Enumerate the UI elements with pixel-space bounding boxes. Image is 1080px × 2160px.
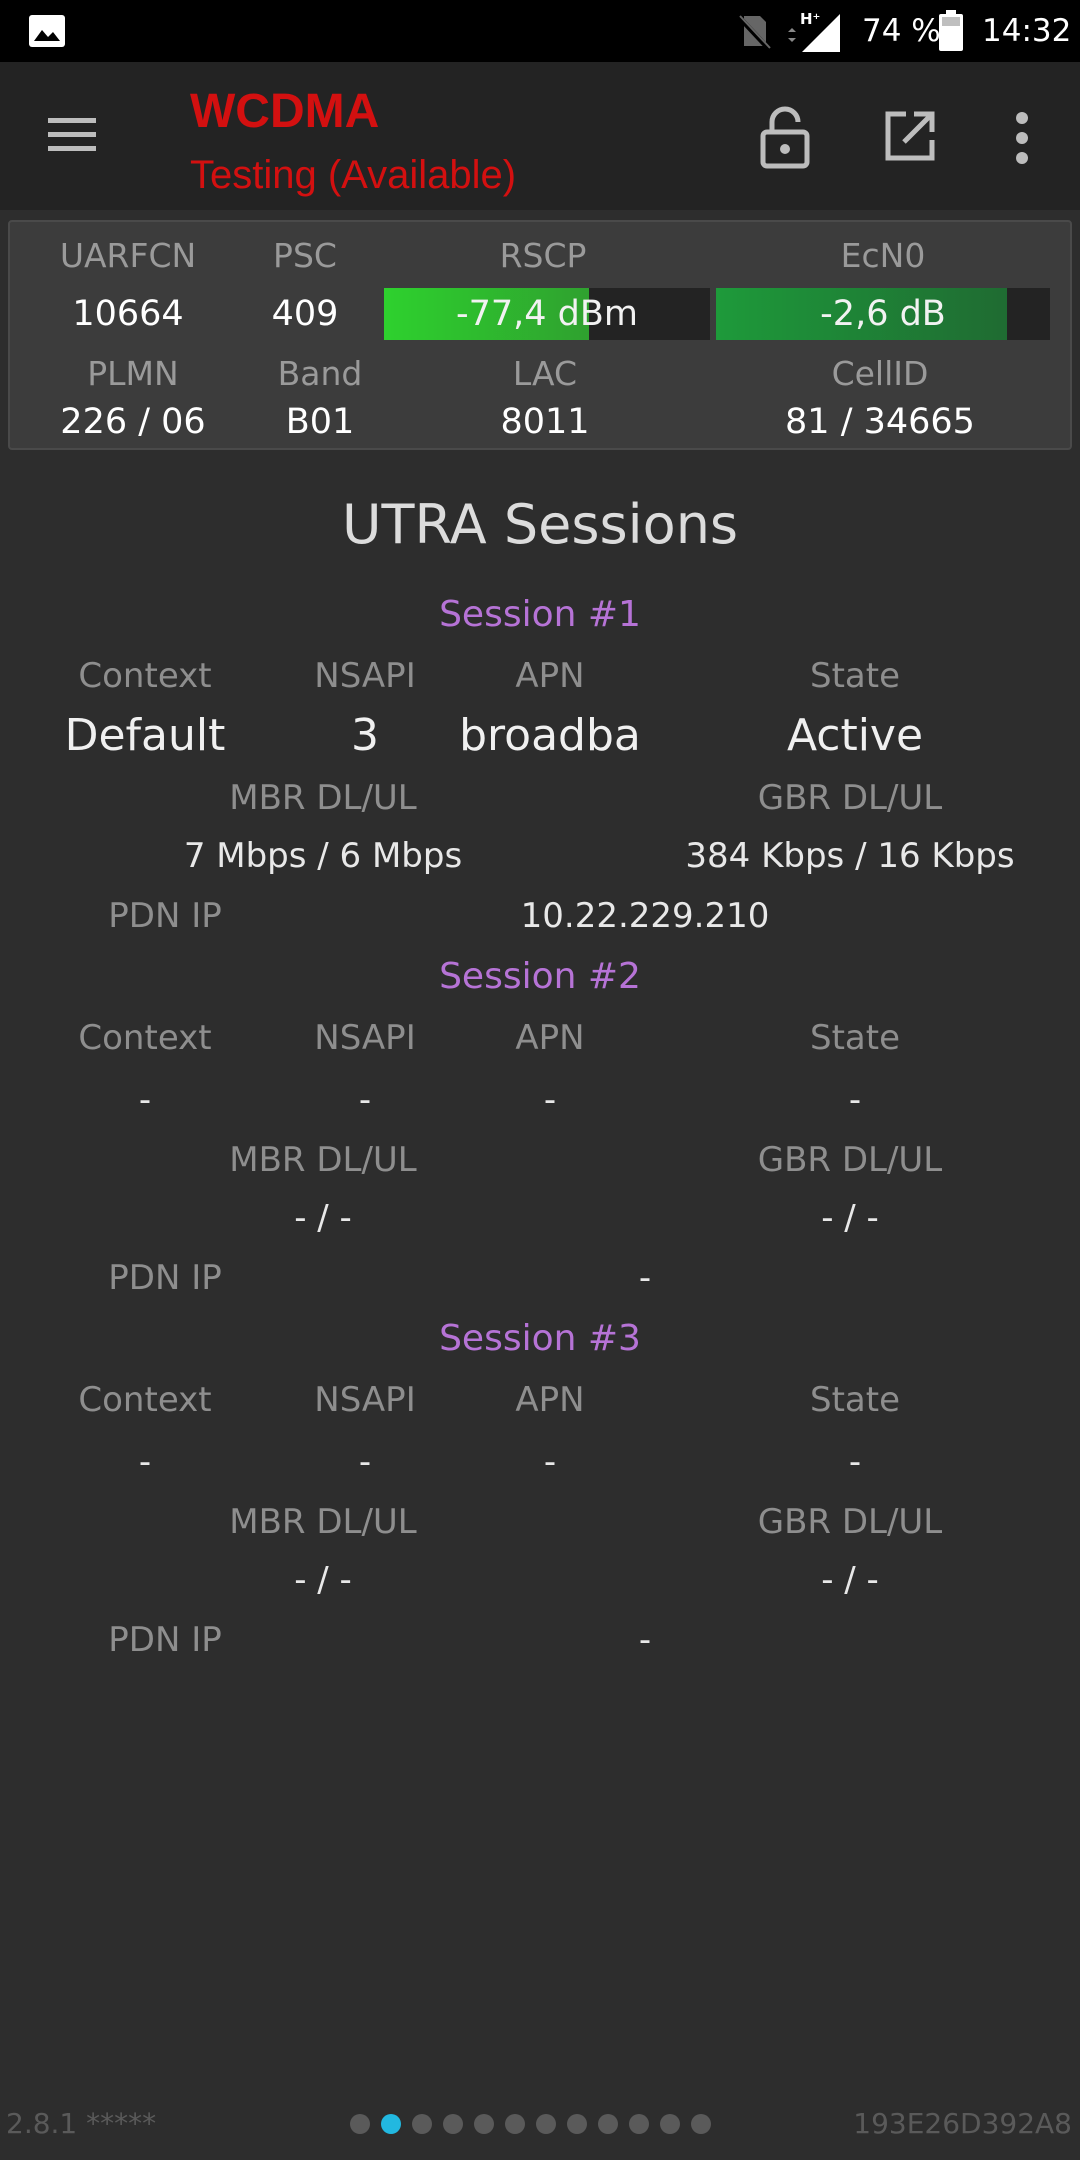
lock-icon[interactable] xyxy=(756,104,814,170)
state-label: State xyxy=(810,656,900,696)
cell-info-panel: UARFCN PSC RSCP EcN0 10664 409 -77,4 dBm… xyxy=(8,220,1072,450)
page-title: WCDMA xyxy=(190,85,380,138)
pdn-ip-label: PDN IP xyxy=(108,1258,222,1298)
device-id: 193E26D392A8 xyxy=(853,2107,1072,2140)
app-toolbar: WCDMA Testing (Available) xyxy=(0,62,1080,210)
apn-label: APN xyxy=(515,1018,585,1058)
state-value: - xyxy=(848,1080,862,1120)
rscp-value: -77,4 dBm xyxy=(455,294,638,334)
status-bar: H⁺ 74 % 14:32 xyxy=(0,0,1080,62)
network-hplus-icon: H⁺ xyxy=(788,10,840,52)
pdn-ip-value: - xyxy=(638,1620,652,1660)
rscp-bar: -77,4 dBm xyxy=(384,288,710,340)
menu-icon[interactable] xyxy=(44,112,100,158)
battery-icon xyxy=(939,10,963,51)
context-value: Default xyxy=(64,710,226,761)
page-dot[interactable] xyxy=(567,2114,587,2134)
context-label: Context xyxy=(78,656,212,696)
state-value: - xyxy=(848,1442,862,1482)
page-dot[interactable] xyxy=(474,2114,494,2134)
more-vert-icon[interactable] xyxy=(1004,108,1040,168)
gbr-value: 384 Kbps / 16 Kbps xyxy=(685,836,1015,876)
page-dot[interactable] xyxy=(443,2114,463,2134)
page-dot[interactable] xyxy=(660,2114,680,2134)
apn-value: - xyxy=(543,1080,557,1120)
context-label: Context xyxy=(78,1018,212,1058)
page-dot[interactable] xyxy=(505,2114,525,2134)
page-dot[interactable] xyxy=(536,2114,556,2134)
uarfcn-value: 10664 xyxy=(72,294,184,334)
nsapi-label: NSAPI xyxy=(314,1018,416,1058)
lac-label: LAC xyxy=(512,354,578,393)
page-dot[interactable] xyxy=(598,2114,618,2134)
pdn-ip-value: - xyxy=(638,1258,652,1298)
page-dot[interactable] xyxy=(691,2114,711,2134)
gbr-label: GBR DL/UL xyxy=(757,1502,943,1542)
page-subtitle: Testing (Available) xyxy=(190,153,517,197)
session-title: Session #3 xyxy=(439,1318,641,1359)
gbr-label: GBR DL/UL xyxy=(757,1140,943,1180)
state-label: State xyxy=(810,1380,900,1420)
band-label: Band xyxy=(277,354,363,393)
apn-value: - xyxy=(543,1442,557,1482)
sessions-title: UTRA Sessions xyxy=(341,493,739,556)
app-version: 2.8.1 ***** xyxy=(6,2107,157,2140)
uarfcn-label: UARFCN xyxy=(59,236,197,275)
svg-text:H⁺: H⁺ xyxy=(800,10,820,28)
battery-percent: 74 % xyxy=(862,13,941,49)
context-value: - xyxy=(138,1080,152,1120)
mbr-value: - / - xyxy=(294,1560,352,1600)
ecn0-bar: -2,6 dB xyxy=(716,288,1050,340)
page-dot[interactable] xyxy=(350,2114,370,2134)
mbr-value: 7 Mbps / 6 Mbps xyxy=(183,836,463,876)
session-title: Session #1 xyxy=(439,594,641,635)
no-sim-icon xyxy=(736,14,771,50)
lac-value: 8011 xyxy=(500,402,590,442)
context-value: - xyxy=(138,1442,152,1482)
nsapi-value: 3 xyxy=(351,710,379,761)
gbr-value: - / - xyxy=(821,1198,879,1238)
band-value: B01 xyxy=(285,402,355,442)
ecn0-value: -2,6 dB xyxy=(820,294,946,334)
pdn-ip-label: PDN IP xyxy=(108,1620,222,1660)
apn-value: broadba xyxy=(459,710,641,761)
clock: 14:32 xyxy=(982,13,1072,49)
psc-value: 409 xyxy=(271,294,339,334)
mbr-label: MBR DL/UL xyxy=(229,778,417,818)
gallery-icon xyxy=(29,15,65,47)
mbr-value: - / - xyxy=(294,1198,352,1238)
plmn-value: 226 / 06 xyxy=(60,402,206,442)
rscp-label: RSCP xyxy=(499,236,587,275)
apn-label: APN xyxy=(515,1380,585,1420)
session-title: Session #2 xyxy=(439,956,641,997)
open-external-icon[interactable] xyxy=(882,108,938,164)
page-dot[interactable] xyxy=(381,2114,401,2134)
nsapi-label: NSAPI xyxy=(314,656,416,696)
ecn0-label: EcN0 xyxy=(840,236,926,275)
psc-label: PSC xyxy=(273,236,337,275)
gbr-label: GBR DL/UL xyxy=(757,778,943,818)
mbr-label: MBR DL/UL xyxy=(229,1502,417,1542)
nsapi-value: - xyxy=(358,1080,372,1120)
state-label: State xyxy=(810,1018,900,1058)
apn-label: APN xyxy=(515,656,585,696)
mbr-label: MBR DL/UL xyxy=(229,1140,417,1180)
context-label: Context xyxy=(78,1380,212,1420)
nsapi-value: - xyxy=(358,1442,372,1482)
pdn-ip-label: PDN IP xyxy=(108,896,222,936)
state-value: Active xyxy=(786,710,924,761)
page-dot[interactable] xyxy=(629,2114,649,2134)
page-dot[interactable] xyxy=(412,2114,432,2134)
cellid-value: 81 / 34665 xyxy=(785,402,975,442)
nsapi-label: NSAPI xyxy=(314,1380,416,1420)
cellid-label: CellID xyxy=(831,354,929,393)
plmn-label: PLMN xyxy=(87,354,179,393)
pdn-ip-value: 10.22.229.210 xyxy=(520,896,770,936)
gbr-value: - / - xyxy=(821,1560,879,1600)
